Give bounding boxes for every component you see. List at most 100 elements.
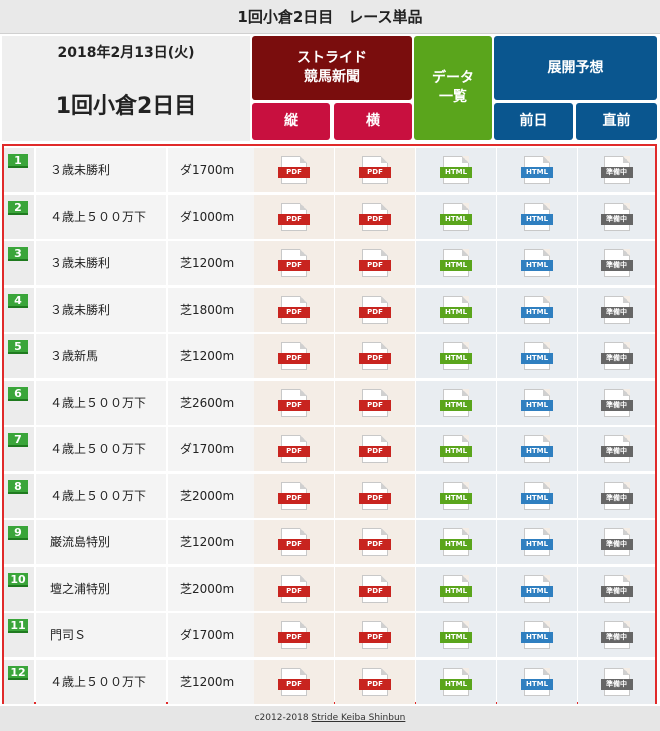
race-number-badge: 2 bbox=[8, 200, 28, 215]
html-data-link[interactable]: HTML bbox=[416, 613, 496, 657]
pdf-file-icon[interactable]: PDF bbox=[359, 435, 391, 463]
pdf-tate-link[interactable]: PDF bbox=[254, 287, 334, 332]
html-file-icon[interactable]: HTML bbox=[440, 249, 472, 277]
html-zenjitsu-link[interactable]: HTML bbox=[497, 241, 577, 285]
html-file-icon[interactable]: HTML bbox=[521, 621, 553, 649]
html-zenjitsu-link[interactable]: HTML bbox=[497, 287, 577, 332]
html-data-link[interactable]: HTML bbox=[416, 380, 496, 425]
html-file-icon[interactable]: HTML bbox=[440, 528, 472, 556]
html-data-link[interactable]: HTML bbox=[416, 659, 496, 704]
pdf-file-icon[interactable]: PDF bbox=[278, 295, 310, 324]
pdf-yoko-link[interactable]: PDF bbox=[335, 380, 415, 425]
pdf-file-icon[interactable]: PDF bbox=[278, 574, 310, 603]
pdf-tate-link[interactable]: PDF bbox=[254, 148, 334, 192]
footer-link[interactable]: Stride Keiba Shinbun bbox=[311, 713, 405, 723]
pdf-file-icon[interactable]: PDF bbox=[278, 156, 310, 184]
html-data-link[interactable]: HTML bbox=[416, 194, 496, 239]
html-file-icon[interactable]: HTML bbox=[440, 574, 472, 603]
pdf-yoko-link[interactable]: PDF bbox=[335, 241, 415, 285]
html-zenjitsu-link[interactable]: HTML bbox=[497, 194, 577, 239]
html-zenjitsu-link[interactable]: HTML bbox=[497, 380, 577, 425]
html-file-icon[interactable]: HTML bbox=[440, 667, 472, 696]
html-file-icon[interactable]: HTML bbox=[440, 342, 472, 370]
html-data-link[interactable]: HTML bbox=[416, 520, 496, 564]
html-file-icon[interactable]: HTML bbox=[521, 481, 553, 510]
pdf-file-icon[interactable]: PDF bbox=[359, 342, 391, 370]
html-file-icon[interactable]: HTML bbox=[521, 342, 553, 370]
html-file-icon[interactable]: HTML bbox=[521, 156, 553, 184]
pdf-file-icon[interactable]: PDF bbox=[359, 621, 391, 649]
pdf-yoko-link[interactable]: PDF bbox=[335, 334, 415, 378]
html-file-icon[interactable]: HTML bbox=[521, 388, 553, 417]
pdf-tate-link[interactable]: PDF bbox=[254, 427, 334, 471]
pdf-file-icon[interactable]: PDF bbox=[359, 388, 391, 417]
pdf-yoko-link[interactable]: PDF bbox=[335, 473, 415, 518]
html-data-link[interactable]: HTML bbox=[416, 148, 496, 192]
html-zenjitsu-link[interactable]: HTML bbox=[497, 566, 577, 611]
pdf-yoko-link[interactable]: PDF bbox=[335, 427, 415, 471]
html-zenjitsu-link[interactable]: HTML bbox=[497, 334, 577, 378]
race-number-cell: 3 bbox=[4, 241, 34, 285]
pdf-file-icon[interactable]: PDF bbox=[359, 481, 391, 510]
pdf-file-icon[interactable]: PDF bbox=[278, 435, 310, 463]
pdf-file-icon[interactable]: PDF bbox=[359, 156, 391, 184]
pdf-tate-link[interactable]: PDF bbox=[254, 566, 334, 611]
yoko-header: 横 bbox=[334, 103, 412, 140]
html-file-icon[interactable]: HTML bbox=[521, 574, 553, 603]
html-zenjitsu-link[interactable]: HTML bbox=[497, 613, 577, 657]
html-file-icon[interactable]: HTML bbox=[521, 435, 553, 463]
html-data-link[interactable]: HTML bbox=[416, 287, 496, 332]
pdf-tate-link[interactable]: PDF bbox=[254, 659, 334, 704]
html-data-link[interactable]: HTML bbox=[416, 427, 496, 471]
pdf-tate-link[interactable]: PDF bbox=[254, 334, 334, 378]
html-data-link[interactable]: HTML bbox=[416, 334, 496, 378]
html-file-icon[interactable]: HTML bbox=[440, 435, 472, 463]
pdf-file-icon[interactable]: PDF bbox=[278, 528, 310, 556]
html-file-icon[interactable]: HTML bbox=[521, 249, 553, 277]
html-data-link[interactable]: HTML bbox=[416, 473, 496, 518]
pdf-yoko-link[interactable]: PDF bbox=[335, 520, 415, 564]
pdf-yoko-link[interactable]: PDF bbox=[335, 194, 415, 239]
pdf-yoko-link[interactable]: PDF bbox=[335, 148, 415, 192]
pdf-file-icon[interactable]: PDF bbox=[359, 295, 391, 324]
pdf-tate-link[interactable]: PDF bbox=[254, 473, 334, 518]
html-file-icon[interactable]: HTML bbox=[521, 528, 553, 556]
html-file-icon[interactable]: HTML bbox=[521, 202, 553, 231]
html-file-icon[interactable]: HTML bbox=[440, 388, 472, 417]
pdf-file-icon[interactable]: PDF bbox=[278, 342, 310, 370]
html-zenjitsu-link[interactable]: HTML bbox=[497, 427, 577, 471]
pdf-tate-link[interactable]: PDF bbox=[254, 380, 334, 425]
html-file-icon[interactable]: HTML bbox=[440, 621, 472, 649]
pdf-file-icon[interactable]: PDF bbox=[359, 574, 391, 603]
pdf-file-icon[interactable]: PDF bbox=[359, 667, 391, 696]
html-file-icon[interactable]: HTML bbox=[440, 156, 472, 184]
html-zenjitsu-link[interactable]: HTML bbox=[497, 520, 577, 564]
html-file-icon[interactable]: HTML bbox=[440, 295, 472, 324]
pdf-tate-link[interactable]: PDF bbox=[254, 241, 334, 285]
html-file-icon[interactable]: HTML bbox=[521, 667, 553, 696]
html-data-link[interactable]: HTML bbox=[416, 241, 496, 285]
pdf-tate-link[interactable]: PDF bbox=[254, 194, 334, 239]
pdf-file-icon[interactable]: PDF bbox=[278, 621, 310, 649]
pdf-file-icon[interactable]: PDF bbox=[278, 249, 310, 277]
pdf-file-icon[interactable]: PDF bbox=[278, 667, 310, 696]
pdf-file-icon[interactable]: PDF bbox=[359, 202, 391, 231]
html-file-icon[interactable]: HTML bbox=[440, 481, 472, 510]
pdf-yoko-link[interactable]: PDF bbox=[335, 659, 415, 704]
pdf-yoko-link[interactable]: PDF bbox=[335, 613, 415, 657]
html-zenjitsu-link[interactable]: HTML bbox=[497, 473, 577, 518]
pdf-file-icon[interactable]: PDF bbox=[359, 528, 391, 556]
pdf-yoko-link[interactable]: PDF bbox=[335, 287, 415, 332]
html-zenjitsu-link[interactable]: HTML bbox=[497, 659, 577, 704]
html-file-icon[interactable]: HTML bbox=[440, 202, 472, 231]
pdf-yoko-link[interactable]: PDF bbox=[335, 566, 415, 611]
html-file-icon[interactable]: HTML bbox=[521, 295, 553, 324]
pdf-file-icon[interactable]: PDF bbox=[278, 202, 310, 231]
pdf-tate-link[interactable]: PDF bbox=[254, 520, 334, 564]
html-data-link[interactable]: HTML bbox=[416, 566, 496, 611]
pdf-tate-link[interactable]: PDF bbox=[254, 613, 334, 657]
pdf-file-icon[interactable]: PDF bbox=[278, 481, 310, 510]
html-zenjitsu-link[interactable]: HTML bbox=[497, 148, 577, 192]
pdf-file-icon[interactable]: PDF bbox=[359, 249, 391, 277]
pdf-file-icon[interactable]: PDF bbox=[278, 388, 310, 417]
